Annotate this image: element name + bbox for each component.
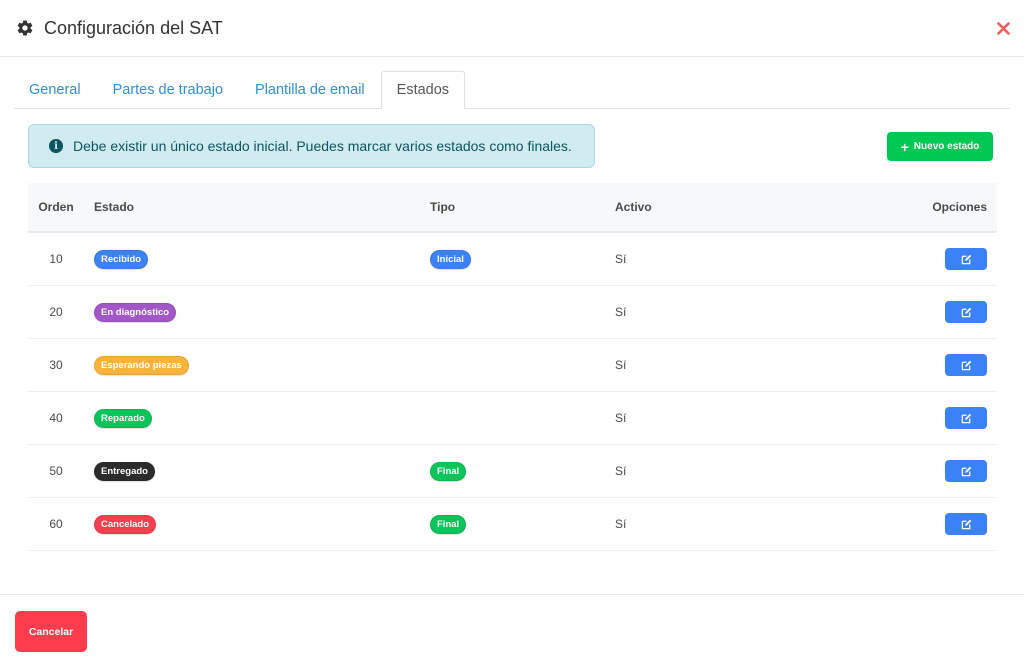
cell-orden: 50: [49, 464, 63, 478]
table-row: 30 Esperando piezas Sí: [28, 339, 997, 392]
cell-orden: 60: [49, 517, 63, 531]
table-row: 50 Entregado Final Sí: [28, 445, 997, 498]
tab-partes-de-trabajo[interactable]: Partes de trabajo: [97, 71, 239, 108]
cell-estado: Esperando piezas: [84, 355, 430, 375]
table-row: 40 Reparado Sí: [28, 392, 997, 445]
edit-icon: [961, 254, 971, 264]
cell-opciones: [815, 248, 997, 270]
cell-opciones: [815, 460, 997, 482]
cell-orden: 40: [49, 411, 63, 425]
header-activo: Activo: [615, 200, 652, 214]
header-orden: Orden: [38, 200, 74, 214]
status-badge: Reparado: [94, 409, 152, 428]
type-badge: Final: [430, 515, 467, 534]
close-icon[interactable]: [994, 17, 1012, 39]
info-icon: i: [49, 139, 63, 153]
new-state-button[interactable]: + Nuevo estado: [887, 132, 993, 161]
cell-estado: Reparado: [84, 408, 430, 428]
tab-estados[interactable]: Estados: [380, 71, 466, 109]
edit-icon: [961, 519, 971, 529]
cell-activo: Sí: [615, 411, 627, 425]
plus-icon: +: [900, 138, 909, 155]
header-estado: Estado: [94, 200, 135, 214]
table-row: 60 Cancelado Final Sí: [28, 498, 997, 551]
states-table: Orden Estado Tipo Activo Opciones 10 Rec…: [28, 183, 997, 551]
type-badge: Inicial: [430, 250, 471, 269]
cell-estado: Entregado: [84, 461, 430, 481]
edit-button[interactable]: [945, 301, 987, 323]
edit-icon: [961, 360, 971, 370]
modal-header: Configuración del SAT: [0, 0, 1024, 57]
edit-button[interactable]: [945, 460, 987, 482]
modal-title: Configuración del SAT: [44, 17, 223, 38]
tab-bar: General Partes de trabajo Plantilla de e…: [14, 71, 1010, 109]
gear-icon: [15, 18, 35, 38]
edit-button[interactable]: [945, 513, 987, 535]
cell-opciones: [815, 513, 997, 535]
cell-activo: Sí: [615, 305, 627, 319]
info-alert: i Debe existir un único estado inicial. …: [28, 124, 595, 168]
edit-icon: [961, 466, 971, 476]
tab-plantilla-de-email[interactable]: Plantilla de email: [239, 71, 381, 108]
status-badge: Esperando piezas: [94, 356, 189, 375]
cell-orden: 20: [49, 305, 63, 319]
cell-opciones: [815, 354, 997, 376]
status-badge: Recibido: [94, 250, 149, 269]
cell-orden: 10: [49, 252, 63, 266]
table-row: 10 Recibido Inicial Sí: [28, 233, 997, 286]
status-badge: Cancelado: [94, 515, 157, 534]
header-opciones: Opciones: [932, 200, 987, 214]
edit-button[interactable]: [945, 354, 987, 376]
cell-orden: 30: [49, 358, 63, 372]
modal-footer: Cancelar: [0, 594, 1024, 666]
edit-icon: [961, 307, 971, 317]
edit-button[interactable]: [945, 407, 987, 429]
cancel-button[interactable]: Cancelar: [15, 611, 87, 652]
table-header: Orden Estado Tipo Activo Opciones: [28, 183, 997, 233]
new-state-label: Nuevo estado: [913, 141, 980, 152]
status-badge: En diagnóstico: [94, 303, 177, 322]
cell-tipo: Inicial: [430, 249, 615, 269]
cell-activo: Sí: [615, 464, 627, 478]
cell-opciones: [815, 301, 997, 323]
cell-estado: Recibido: [84, 249, 430, 269]
cell-activo: Sí: [615, 252, 627, 266]
cell-estado: En diagnóstico: [84, 302, 430, 322]
cell-activo: Sí: [615, 517, 627, 531]
alert-text: Debe existir un único estado inicial. Pu…: [73, 138, 572, 154]
edit-icon: [961, 413, 971, 423]
cell-tipo: Final: [430, 461, 615, 481]
status-badge: Entregado: [94, 462, 155, 481]
edit-button[interactable]: [945, 248, 987, 270]
header-tipo: Tipo: [430, 200, 456, 214]
table-row: 20 En diagnóstico Sí: [28, 286, 997, 339]
cell-opciones: [815, 407, 997, 429]
cell-tipo: Final: [430, 514, 615, 534]
table-body: 10 Recibido Inicial Sí 20 En diagnóstico…: [28, 233, 997, 551]
type-badge: Final: [430, 462, 467, 481]
config-modal: Configuración del SAT General Partes de …: [0, 0, 1024, 666]
cell-activo: Sí: [615, 358, 627, 372]
tab-general[interactable]: General: [14, 71, 97, 108]
cell-estado: Cancelado: [84, 514, 430, 534]
